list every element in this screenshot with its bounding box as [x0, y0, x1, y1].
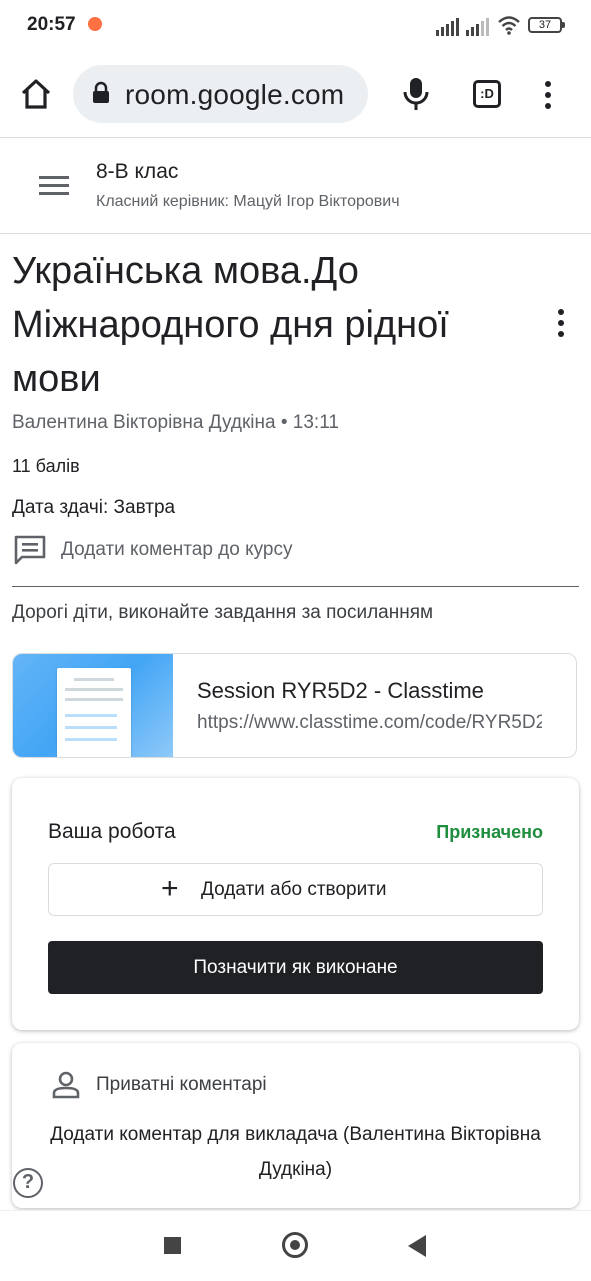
- assignment-title: Українська мова.До Міжнародного дня рідн…: [12, 250, 449, 400]
- thumbnail-line: [74, 678, 114, 681]
- class-teacher: Класний керівник: Мацуй Ігор Вікторович: [96, 193, 400, 210]
- attachment-title[interactable]: Session RYR5D2 - Classtime: [197, 678, 484, 704]
- attachment-thumbnail: [13, 654, 173, 757]
- add-or-create-button[interactable]: + Додати або створити: [48, 863, 543, 916]
- thumbnail-line: [65, 714, 117, 717]
- mark-as-done-button[interactable]: Позначити як виконане: [48, 941, 543, 994]
- nav-home-dot: [290, 1240, 300, 1250]
- url-text[interactable]: room.google.com: [125, 79, 360, 111]
- your-work-card: Ваша робота Призначено + Додати або ство…: [12, 778, 579, 1030]
- thumbnail-line: [65, 738, 117, 741]
- divider: [0, 137, 591, 138]
- attachment-url[interactable]: https://www.classtime.com/code/RYR5D2: [197, 712, 542, 734]
- your-work-label: Ваша робота: [48, 820, 176, 843]
- help-icon[interactable]: ?: [13, 1168, 43, 1198]
- assignment-points: 11 балів: [12, 456, 80, 476]
- thumbnail-preview: [57, 668, 131, 757]
- add-course-comment-link[interactable]: Додати коментар до курсу: [61, 539, 293, 561]
- assignment-author-time: Валентина Вікторівна Дудкіна • 13:11: [12, 412, 339, 433]
- thumbnail-line: [65, 726, 117, 729]
- wifi-icon: [498, 16, 520, 35]
- hamburger-menu-icon[interactable]: [39, 175, 69, 197]
- thumbnail-line: [65, 688, 123, 691]
- cell-signal-icon: [436, 18, 459, 36]
- private-comments-label: Приватні коментарі: [96, 1074, 267, 1095]
- attachment-card[interactable]: Session RYR5D2 - Classtime https://www.c…: [12, 653, 577, 758]
- assignment-more-icon[interactable]: [551, 308, 571, 338]
- battery-tip: [562, 22, 565, 28]
- recent-apps-icon[interactable]: [164, 1237, 181, 1254]
- status-time: 20:57: [27, 14, 76, 35]
- assignment-instructions: Дорогі діти, виконайте завдання за посил…: [12, 602, 434, 623]
- more-vert-icon[interactable]: [538, 80, 558, 110]
- battery-icon: 37: [528, 17, 562, 33]
- system-nav-bar: [0, 1210, 591, 1281]
- lock-icon: [93, 81, 109, 103]
- microphone-icon[interactable]: [402, 76, 430, 112]
- private-comments-card: Приватні коментарі Додати коментар для в…: [12, 1043, 579, 1208]
- person-icon: [52, 1071, 80, 1099]
- add-or-create-label: Додати або створити: [201, 879, 387, 900]
- cell-signal-2-icon: [466, 18, 489, 36]
- divider: [12, 586, 579, 587]
- divider: [0, 233, 591, 234]
- notification-icon: [88, 17, 102, 31]
- add-private-comment-link[interactable]: Додати коментар для викладача (Валентина…: [42, 1117, 549, 1187]
- tab-switcher-button[interactable]: :D: [473, 80, 501, 108]
- thumbnail-line: [65, 698, 123, 701]
- comment-icon[interactable]: [14, 535, 46, 565]
- status-badge: Призначено: [436, 822, 543, 842]
- back-icon[interactable]: [408, 1235, 426, 1257]
- assignment-due-date: Дата здачі: Завтра: [12, 497, 176, 518]
- nav-home-icon[interactable]: [282, 1232, 308, 1258]
- plus-icon: +: [161, 872, 179, 905]
- class-name: 8-В клас: [96, 160, 179, 183]
- home-icon[interactable]: [18, 76, 54, 112]
